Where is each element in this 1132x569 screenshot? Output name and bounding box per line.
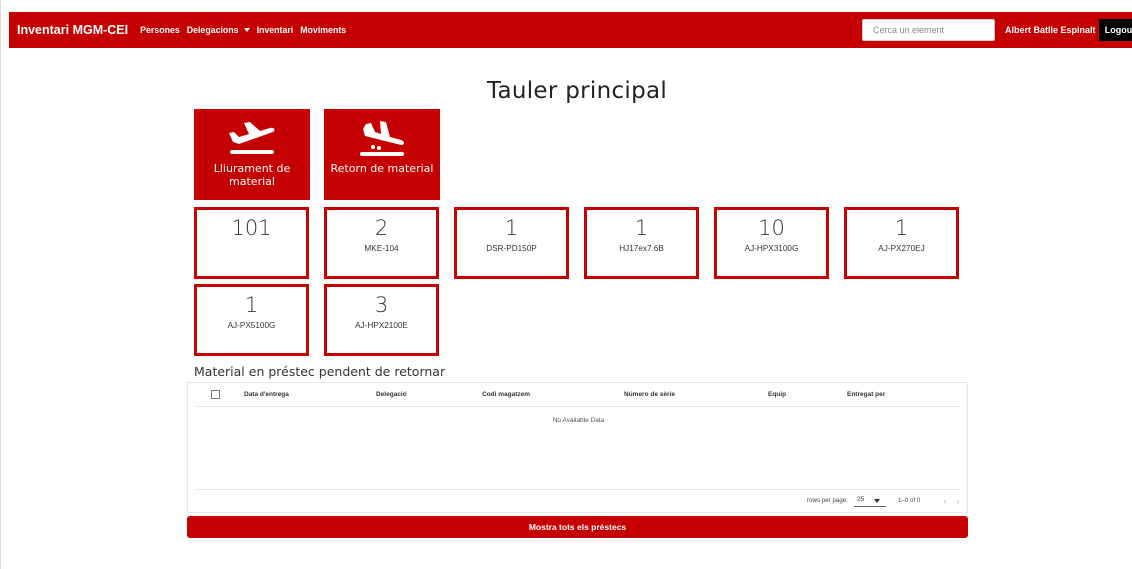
stat-card[interactable]: 2 MKE-104 — [324, 207, 439, 279]
loans-table: Data d'entrega Delegació Codi magatzem N… — [187, 382, 968, 513]
column-header-equip[interactable]: Equip — [768, 383, 786, 407]
lliurament-label: Lliurament de material — [213, 162, 291, 188]
retorn-label: Retorn de material — [330, 162, 434, 175]
search-input[interactable] — [862, 19, 995, 41]
stat-count: 1 — [504, 216, 519, 240]
stat-label: AJ-PX5100G — [227, 321, 276, 330]
logout-button[interactable]: Logout — [1099, 19, 1132, 41]
caret-down-icon — [874, 499, 880, 503]
stat-label: AJ-HPX3100G — [744, 244, 799, 253]
nav-delegacions[interactable]: Delegacions — [187, 25, 250, 35]
user-name-link[interactable]: Albert Batlle Espinalt — [1005, 12, 1096, 48]
select-all-checkbox[interactable] — [211, 390, 220, 399]
chevron-down-icon — [243, 28, 250, 32]
stat-count: 1 — [634, 216, 649, 240]
stat-label: AJ-HPX2100E — [355, 321, 408, 330]
stat-card[interactable]: 101 — [194, 207, 309, 279]
stat-count: 1 — [894, 216, 909, 240]
brand-link[interactable]: Inventari MGM-CEI — [17, 23, 128, 37]
stat-count: 3 — [374, 293, 389, 317]
column-header-codi-magatzem[interactable]: Codi magatzem — [482, 383, 530, 407]
stat-label: DSR-PD150P — [486, 244, 537, 253]
page-title: Tauler principal — [486, 78, 668, 104]
table-footer: rows per page: 25 1–0 of 0 ‹ › — [196, 489, 960, 513]
stat-label: AJ-PX270EJ — [878, 244, 925, 253]
stat-card[interactable]: 1 HJ17ex7.6B — [584, 207, 699, 279]
chevron-left-icon[interactable]: ‹ — [941, 496, 949, 506]
stat-label: MKE-104 — [364, 244, 399, 253]
rows-per-page-label: rows per page: — [807, 497, 848, 504]
nav-moviments[interactable]: Moviments — [300, 25, 346, 35]
stat-label: HJ17ex7.6B — [619, 244, 664, 253]
airplane-landing-icon — [360, 121, 404, 156]
stat-count: 2 — [374, 216, 389, 240]
stat-count: 101 — [231, 216, 272, 240]
retorn-button[interactable]: Retorn de material — [324, 109, 440, 200]
show-all-loans-button[interactable]: Mostra tots els préstecs — [187, 516, 968, 538]
top-navbar: Inventari MGM-CEI Persones Delegacions I… — [9, 12, 1132, 48]
lliurament-button[interactable]: Lliurament de material — [194, 109, 310, 200]
rows-per-page-select[interactable]: 25 — [854, 495, 886, 507]
nav-persones[interactable]: Persones — [140, 25, 180, 35]
column-header-entregat-per[interactable]: Entregat per — [847, 383, 885, 407]
nav-delegacions-label: Delegacions — [186, 25, 239, 35]
empty-table-message: No Available Data — [552, 417, 605, 424]
stat-card[interactable]: 1 AJ-PX5100G — [194, 284, 309, 356]
column-header-data-entrega[interactable]: Data d'entrega — [244, 383, 289, 407]
rows-per-page-value: 25 — [857, 496, 865, 503]
stat-count: 10 — [758, 216, 785, 240]
page: Inventari MGM-CEI Persones Delegacions I… — [0, 0, 1132, 569]
stat-card[interactable]: 1 AJ-PX270EJ — [844, 207, 959, 279]
stat-card[interactable]: 10 AJ-HPX3100G — [714, 207, 829, 279]
airplane-takeoff-icon — [229, 122, 275, 154]
column-header-delegacio[interactable]: Delegació — [376, 383, 407, 407]
table-header: Data d'entrega Delegació Codi magatzem N… — [196, 383, 960, 407]
nav-inventari[interactable]: Inventari — [257, 25, 294, 35]
stat-card[interactable]: 1 DSR-PD150P — [454, 207, 569, 279]
loans-section-title: Material en préstec pendent de retornar — [194, 364, 446, 379]
stat-card[interactable]: 3 AJ-HPX2100E — [324, 284, 439, 356]
column-header-numero-serie[interactable]: Número de sèrie — [624, 383, 675, 407]
chevron-right-icon[interactable]: › — [954, 496, 962, 506]
pagination-range: 1–0 of 0 — [898, 497, 921, 504]
stat-count: 1 — [244, 293, 259, 317]
